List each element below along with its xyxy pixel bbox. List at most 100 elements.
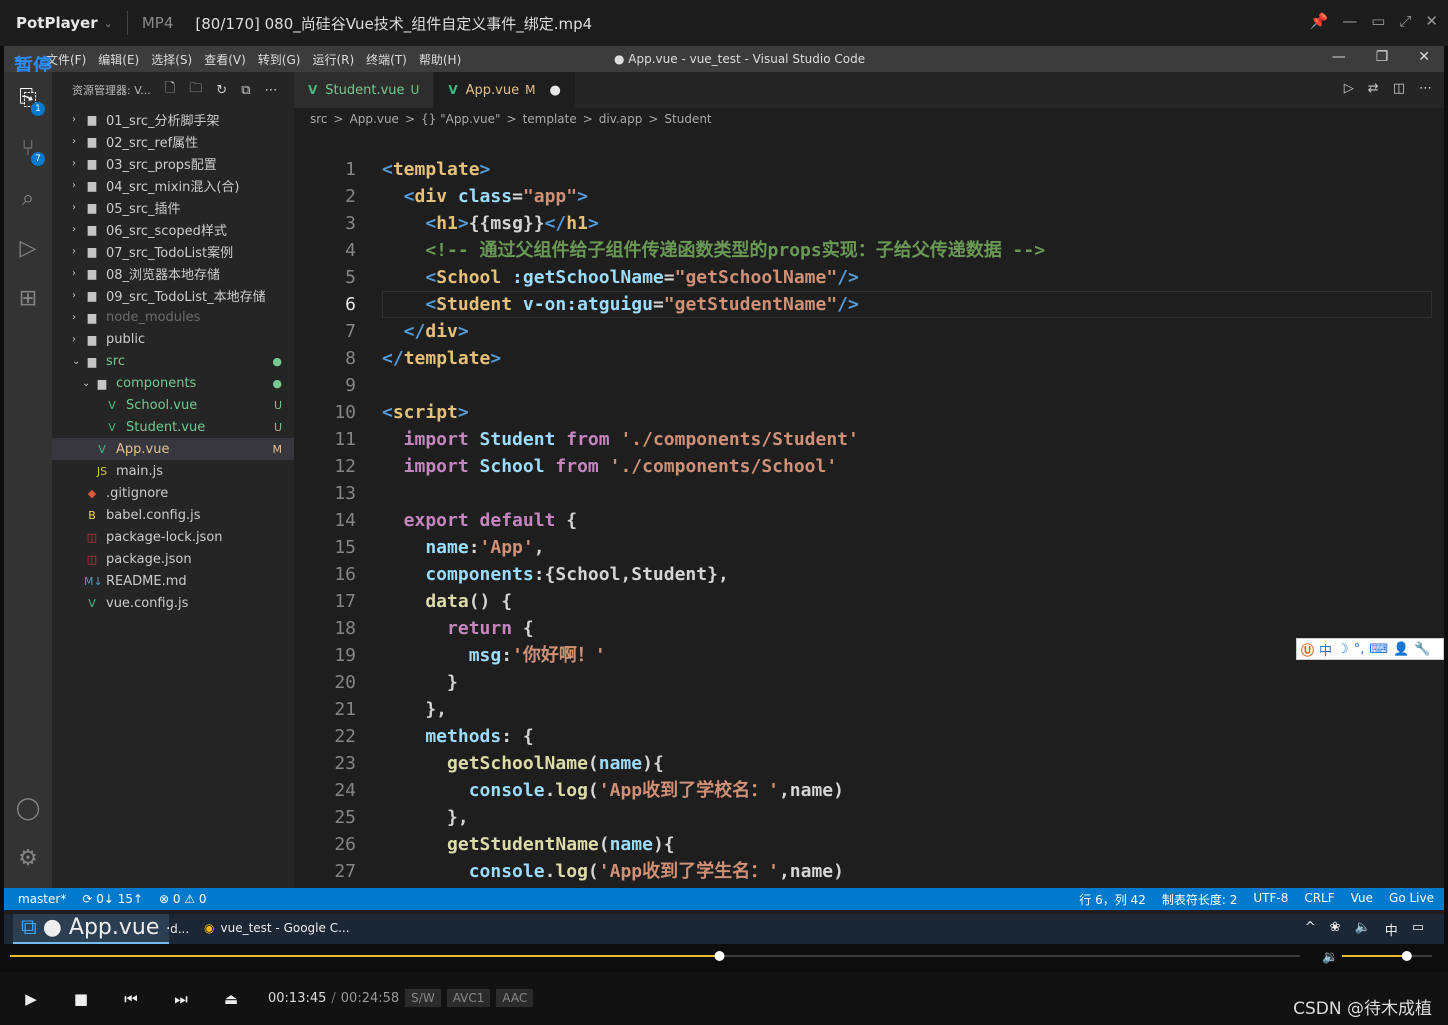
menu-item[interactable]: 查看(V) (204, 51, 246, 68)
ime-item[interactable]: 👤 (1393, 642, 1409, 657)
tree-item[interactable]: › ▆ public (52, 328, 294, 350)
previous-button[interactable]: ⏮ (106, 990, 156, 1008)
code-line[interactable]: 4 <!-- 通过父组件给子组件传递函数类型的props实现：子给父传递数据 -… (294, 237, 1444, 264)
tree-item[interactable]: › ▆ node_modules (52, 306, 294, 328)
tray-icon[interactable]: 🔈 (1355, 920, 1371, 939)
tree-item[interactable]: › ▆ 02_src_ref属性 (52, 130, 294, 152)
code-line[interactable]: 23 getSchoolName(name){ (294, 750, 1444, 777)
run-icon[interactable]: ▷ (1344, 81, 1354, 96)
breadcrumb-item[interactable]: Student (664, 112, 711, 126)
code-line[interactable]: 6 <Student v-on:atguigu="getStudentName"… (294, 291, 1444, 318)
status-right-item[interactable]: CRLF (1304, 891, 1334, 908)
ime-toolbar[interactable]: Ⓤ 中 ☽ °, ⌨ 👤 🔧 (1296, 638, 1444, 660)
code-line[interactable]: 2 <div class="app"> (294, 183, 1444, 210)
code-line[interactable]: 13 (294, 480, 1444, 507)
tree-item[interactable]: › ▆ 06_src_scoped样式 (52, 218, 294, 240)
split-editor-icon[interactable]: ◫ (1393, 81, 1405, 96)
code-line[interactable]: 3 <h1>{{msg}}</h1> (294, 210, 1444, 237)
new-folder-icon[interactable]: 🗀 (189, 79, 202, 101)
status-right-item[interactable]: Vue (1351, 891, 1373, 908)
status-right-item[interactable]: UTF-8 (1253, 891, 1288, 908)
menu-item[interactable]: 转到(G) (258, 51, 301, 68)
code-line[interactable]: 22 methods: { (294, 723, 1444, 750)
code-line[interactable]: 26 getStudentName(name){ (294, 831, 1444, 858)
refresh-icon[interactable]: ↻ (216, 83, 227, 98)
tray-icon[interactable]: ^ (1305, 920, 1316, 939)
taskbar-app[interactable]: ⧉● App.vue - vue_tes... (13, 914, 169, 944)
breadcrumb-item[interactable]: div.app (599, 112, 643, 126)
minimize-button[interactable]: — (1332, 49, 1346, 65)
seek-handle[interactable] (714, 951, 725, 961)
code-line[interactable]: 19 msg:'你好啊！' (294, 642, 1444, 669)
tree-item[interactable]: ⌄ ▆ components ● (52, 372, 294, 394)
breadcrumb-item[interactable]: {} "App.vue" (421, 112, 500, 126)
stop-button[interactable]: ■ (56, 990, 106, 1008)
gear-icon[interactable]: ⚙ (13, 844, 43, 874)
menu-item[interactable]: 终端(T) (366, 51, 407, 68)
status-right-item[interactable]: 行 6，列 42 (1079, 891, 1146, 908)
menu-item[interactable]: 运行(R) (312, 51, 354, 68)
breadcrumb-item[interactable]: template (523, 112, 577, 126)
tab-app-vue[interactable]: V App.vue M ● (434, 72, 576, 108)
menu-item[interactable]: 帮助(H) (419, 51, 461, 68)
ime-item[interactable]: 中 (1319, 640, 1332, 659)
code-line[interactable]: 15 name:'App', (294, 534, 1444, 561)
tree-item[interactable]: V Student.vue U (52, 416, 294, 438)
extensions-icon[interactable]: ⊞ (13, 284, 43, 314)
tray-icon[interactable]: 中 (1385, 920, 1398, 939)
tree-item[interactable]: › ▆ 01_src_分析脚手架 (52, 108, 294, 130)
source-control-icon[interactable]: ⑂ 7 (13, 134, 45, 166)
breadcrumb-item[interactable]: App.vue (350, 112, 399, 126)
restore-button[interactable]: ❐ (1376, 49, 1389, 65)
tree-item[interactable]: › ▆ 08_浏览器本地存储 (52, 262, 294, 284)
code-line[interactable]: 7 </div> (294, 318, 1444, 345)
tree-item[interactable]: ⌄ ▆ src ● (52, 350, 294, 372)
minimize-button[interactable]: — (1342, 12, 1357, 30)
pin-icon[interactable]: 📌 (1310, 12, 1329, 30)
code-line[interactable]: 10 <script> (294, 399, 1444, 426)
volume-icon[interactable]: 🔉 (1322, 950, 1338, 965)
eject-button[interactable]: ⏏ (206, 990, 256, 1008)
status-left-item[interactable]: ⊗ 0 ⚠ 0 (159, 892, 207, 906)
account-icon[interactable]: ◯ (13, 794, 43, 824)
explorer-icon[interactable]: ⎘ 1 (13, 84, 45, 116)
more-icon[interactable]: ⋯ (1419, 81, 1432, 96)
seek-bar[interactable]: 🔉 (0, 944, 1448, 972)
chevron-down-icon[interactable]: ⌄ (104, 17, 113, 30)
volume-handle[interactable] (1401, 951, 1412, 961)
tree-item[interactable]: ◫ package.json (52, 548, 294, 570)
menu-item[interactable]: 选择(S) (151, 51, 192, 68)
close-button[interactable]: ✕ (1425, 12, 1438, 30)
compare-icon[interactable]: ⇄ (1368, 81, 1379, 96)
status-left-item[interactable]: ⟳ 0↓ 15↑ (82, 892, 143, 906)
menu-item[interactable]: 文件(F) (46, 51, 86, 68)
code-line[interactable]: 18 return { (294, 615, 1444, 642)
tree-item[interactable]: JS main.js (52, 460, 294, 482)
new-file-icon[interactable]: 🗋 (165, 79, 175, 101)
code-line[interactable]: 9 (294, 372, 1444, 399)
tree-item[interactable]: V School.vue U (52, 394, 294, 416)
status-right-item[interactable]: 制表符长度: 2 (1162, 891, 1238, 908)
tree-item[interactable]: ◆ .gitignore (52, 482, 294, 504)
code-line[interactable]: 8 </template> (294, 345, 1444, 372)
maximize-button[interactable]: ▭ (1371, 12, 1385, 30)
taskbar-app[interactable]: ◉ vue_test - Google C... (196, 914, 352, 944)
collapse-icon[interactable]: ⧉ (241, 83, 250, 98)
tray-icon[interactable]: ❀ (1330, 920, 1341, 939)
code-line[interactable]: 5 <School :getSchoolName="getSchoolName"… (294, 264, 1444, 291)
tree-item[interactable]: V App.vue M (52, 438, 294, 460)
tree-item[interactable]: › ▆ 09_src_TodoList_本地存储 (52, 284, 294, 306)
code-line[interactable]: 17 data() { (294, 588, 1444, 615)
tree-item[interactable]: › ▆ 05_src_插件 (52, 196, 294, 218)
tray-icon[interactable]: ▭ (1412, 920, 1424, 939)
code-line[interactable]: 1 <template> (294, 156, 1444, 183)
ime-item[interactable]: 🔧 (1414, 642, 1430, 657)
ime-item[interactable]: °, (1354, 642, 1365, 657)
play-button[interactable]: ▶ (6, 990, 56, 1008)
tree-item[interactable]: Bbabel.config.js (52, 504, 294, 526)
tree-item[interactable]: M↓ README.md (52, 570, 294, 592)
tree-item[interactable]: › ▆ 07_src_TodoList案例 (52, 240, 294, 262)
player-logo[interactable]: PotPlayer (16, 14, 98, 32)
next-button[interactable]: ⏭ (156, 990, 206, 1008)
more-icon[interactable]: ⋯ (264, 83, 277, 98)
